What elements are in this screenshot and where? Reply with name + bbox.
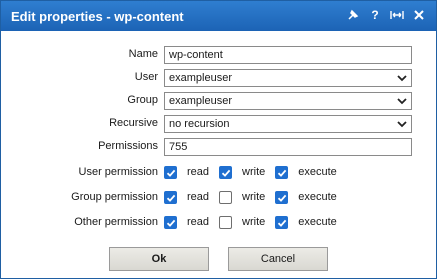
dialog-body: Name wp-content User exampleuser Group e… (1, 31, 436, 278)
recursive-row: Recursive no recursion (1, 114, 436, 134)
other-permission-label: Other permission (74, 216, 158, 228)
user-permission-checkboxes: read write execute (164, 166, 347, 179)
user-write-checkbox[interactable] (219, 166, 233, 179)
group-read-checkbox[interactable] (164, 191, 177, 204)
chevron-down-icon (397, 98, 407, 105)
write-label: write (242, 166, 266, 178)
other-write-checkbox[interactable] (219, 216, 233, 229)
user-selected-value: exampleuser (169, 72, 232, 84)
name-input[interactable]: wp-content (164, 46, 412, 64)
user-row: User exampleuser (1, 68, 436, 88)
other-permission-checkboxes: read write execute (164, 216, 347, 229)
group-write-checkbox[interactable] (219, 191, 233, 204)
recursive-select[interactable]: no recursion (164, 115, 412, 133)
recursive-label: Recursive (109, 117, 158, 129)
group-permission-checkboxes: read write execute (164, 191, 347, 204)
user-execute-checkbox[interactable] (275, 166, 289, 179)
group-permission-label: Group permission (71, 191, 158, 203)
permissions-label: Permissions (98, 140, 158, 152)
chevron-down-icon (397, 121, 407, 128)
recursive-selected-value: no recursion (169, 118, 230, 130)
write-label: write (242, 191, 266, 203)
execute-label: execute (298, 216, 337, 228)
user-read-checkbox[interactable] (164, 166, 177, 179)
dialog-title: Edit properties - wp-content (11, 9, 184, 24)
close-icon[interactable] (412, 7, 426, 23)
permissions-input[interactable]: 755 (164, 138, 412, 156)
execute-label: execute (298, 166, 337, 178)
ok-button[interactable]: Ok (109, 247, 209, 271)
read-label: read (187, 216, 210, 228)
other-read-checkbox[interactable] (164, 216, 177, 229)
name-label: Name (128, 48, 158, 60)
pin-icon[interactable] (346, 7, 360, 23)
chevron-down-icon (397, 75, 407, 82)
cancel-button[interactable]: Cancel (228, 247, 328, 271)
name-row: Name wp-content (1, 45, 436, 65)
help-icon[interactable]: ? (368, 7, 382, 23)
write-label: write (242, 216, 266, 228)
edit-properties-dialog: Edit properties - wp-content ? Name wp-c… (0, 0, 437, 279)
permissions-value: 755 (169, 141, 188, 153)
group-permission-row: Group permission read write execute (1, 188, 436, 208)
titlebar-controls: ? (346, 7, 426, 23)
execute-label: execute (298, 191, 337, 203)
group-row: Group exampleuser (1, 91, 436, 111)
read-label: read (187, 166, 210, 178)
dialog-titlebar[interactable]: Edit properties - wp-content ? (1, 1, 436, 31)
user-permission-row: User permission read write execute (1, 163, 436, 183)
group-selected-value: exampleuser (169, 95, 232, 107)
group-select[interactable]: exampleuser (164, 92, 412, 110)
permissions-row: Permissions 755 (1, 137, 436, 157)
user-select[interactable]: exampleuser (164, 69, 412, 87)
other-execute-checkbox[interactable] (275, 216, 289, 229)
group-execute-checkbox[interactable] (275, 191, 289, 204)
other-permission-row: Other permission read write execute (1, 213, 436, 233)
group-label: Group (127, 94, 158, 106)
read-label: read (187, 191, 210, 203)
user-permission-label: User permission (78, 166, 158, 178)
maximize-icon[interactable] (390, 7, 404, 23)
name-value: wp-content (169, 49, 223, 61)
user-label: User (134, 71, 158, 83)
